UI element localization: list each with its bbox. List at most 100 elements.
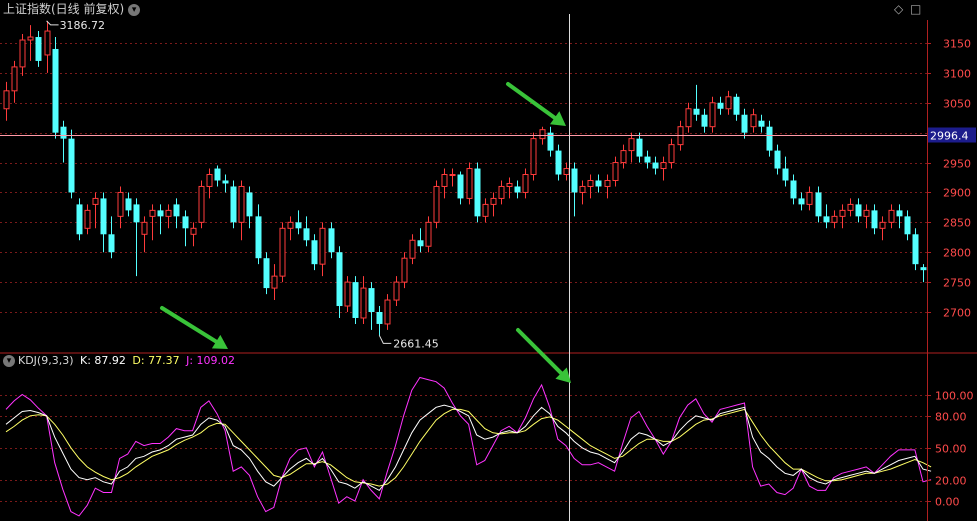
diamond-icon[interactable]: ◇ bbox=[894, 2, 903, 16]
arrow-crosshair-head bbox=[549, 111, 566, 126]
high-label: 3186.72 bbox=[60, 19, 106, 32]
candle-down bbox=[173, 204, 180, 217]
kdj-header: ▾ KDJ(9,3,3) K: 87.92 D: 77.37 J: 109.02 bbox=[3, 354, 235, 368]
kdj-j-line bbox=[5, 376, 932, 517]
d-value: D: 77.37 bbox=[132, 354, 180, 367]
candle-up bbox=[19, 39, 26, 68]
candle-down bbox=[758, 120, 765, 127]
chart-canvas[interactable]: 3150310030503000295029002850280027502700… bbox=[0, 0, 977, 521]
kdj-tick-label: 50.00 bbox=[935, 443, 967, 456]
candle-down bbox=[717, 102, 724, 109]
candle-up bbox=[668, 144, 675, 164]
kdj-tick-label: 20.00 bbox=[935, 475, 967, 488]
candle-down bbox=[644, 156, 651, 163]
price-tick-label: 2800 bbox=[943, 247, 971, 260]
price-tick-label: 2750 bbox=[943, 277, 971, 290]
price-tick-label: 2850 bbox=[943, 217, 971, 230]
candle-down bbox=[474, 168, 481, 217]
candle-down bbox=[52, 48, 59, 133]
candle-up bbox=[750, 114, 757, 128]
candle-up bbox=[604, 179, 611, 187]
candle-up bbox=[409, 239, 416, 259]
candle-down bbox=[693, 108, 700, 115]
candle-up bbox=[839, 209, 846, 217]
candle-up bbox=[466, 168, 473, 199]
candle-up bbox=[660, 162, 667, 170]
kdj-name: KDJ(9,3,3) bbox=[18, 354, 74, 367]
candle-up bbox=[384, 299, 391, 325]
candle-up bbox=[198, 185, 205, 223]
candle-up bbox=[279, 227, 286, 277]
candle-down bbox=[182, 216, 189, 229]
price-tick-label: 3050 bbox=[943, 98, 971, 111]
candle-up bbox=[401, 257, 408, 283]
kdj-d-line bbox=[5, 408, 932, 487]
kdj-tick-label: 80.00 bbox=[935, 411, 967, 424]
candle-down bbox=[782, 168, 789, 181]
chart-title-bar: 上证指数(日线 前复权) ▾ bbox=[3, 1, 141, 17]
candle-down bbox=[741, 114, 748, 133]
candle-up bbox=[165, 209, 172, 217]
candle-up bbox=[3, 90, 10, 110]
candle-down bbox=[368, 288, 375, 312]
price-axis: 3150310030503000295029002850280027502700 bbox=[927, 38, 971, 320]
candle-down bbox=[514, 186, 521, 193]
candle-up bbox=[847, 203, 854, 211]
candle-up bbox=[490, 197, 497, 205]
candle-up bbox=[11, 66, 18, 92]
candle-up bbox=[238, 185, 245, 223]
candle-down bbox=[108, 234, 115, 253]
candle-up bbox=[344, 281, 351, 307]
candle-up bbox=[709, 102, 716, 128]
chevron-down-icon[interactable]: ▾ bbox=[128, 3, 141, 16]
candle-up bbox=[579, 185, 586, 193]
kdj-lines bbox=[5, 376, 932, 517]
price-tick-label: 2900 bbox=[943, 187, 971, 200]
candle-up bbox=[530, 138, 537, 176]
candle-up bbox=[563, 168, 570, 176]
candle-up bbox=[612, 162, 619, 181]
candle-up bbox=[433, 185, 440, 223]
candle-down bbox=[417, 240, 424, 247]
square-icon[interactable]: □ bbox=[910, 2, 921, 16]
price-tick-label: 2700 bbox=[943, 307, 971, 320]
candle-down bbox=[555, 150, 562, 175]
candle-down bbox=[246, 192, 253, 217]
high-marker bbox=[46, 20, 59, 26]
candle-down bbox=[214, 168, 221, 181]
candle-up bbox=[287, 221, 294, 229]
candle-up bbox=[587, 179, 594, 187]
candle-up bbox=[117, 191, 124, 217]
candle-up bbox=[92, 197, 99, 205]
price-tick-label: 3100 bbox=[943, 68, 971, 81]
arrow-kdj bbox=[516, 328, 564, 376]
stock-chart-window: 3150310030503000295029002850280027502700… bbox=[0, 0, 977, 521]
candle-up bbox=[806, 191, 813, 205]
candle-up bbox=[360, 287, 367, 319]
kdj-grid bbox=[0, 395, 927, 502]
candle-up bbox=[482, 203, 489, 217]
candle-up bbox=[539, 129, 546, 140]
crosshair-value-label: 2996.4 bbox=[930, 130, 969, 143]
candle-down bbox=[303, 228, 310, 241]
price-tick-label: 3150 bbox=[943, 38, 971, 51]
candle-up bbox=[879, 221, 886, 229]
candle-down bbox=[571, 168, 578, 193]
candle-down bbox=[733, 96, 740, 115]
candle-down bbox=[815, 192, 822, 217]
candle-up bbox=[831, 215, 838, 223]
chevron-down-icon[interactable]: ▾ bbox=[3, 355, 15, 367]
candle-up bbox=[27, 36, 34, 41]
candle-down bbox=[871, 210, 878, 229]
candle-down bbox=[100, 198, 107, 235]
candle-down bbox=[60, 126, 67, 139]
candle-up bbox=[506, 182, 513, 187]
candle-up bbox=[620, 150, 627, 164]
chart-title: 上证指数(日线 前复权) bbox=[3, 2, 125, 16]
arrow-crosshair bbox=[506, 82, 557, 120]
candle-down bbox=[222, 180, 229, 184]
candle-down bbox=[295, 222, 302, 229]
kdj-tick-label: 100.00 bbox=[935, 390, 974, 403]
candle-down bbox=[76, 204, 83, 235]
candle-down bbox=[133, 204, 140, 223]
